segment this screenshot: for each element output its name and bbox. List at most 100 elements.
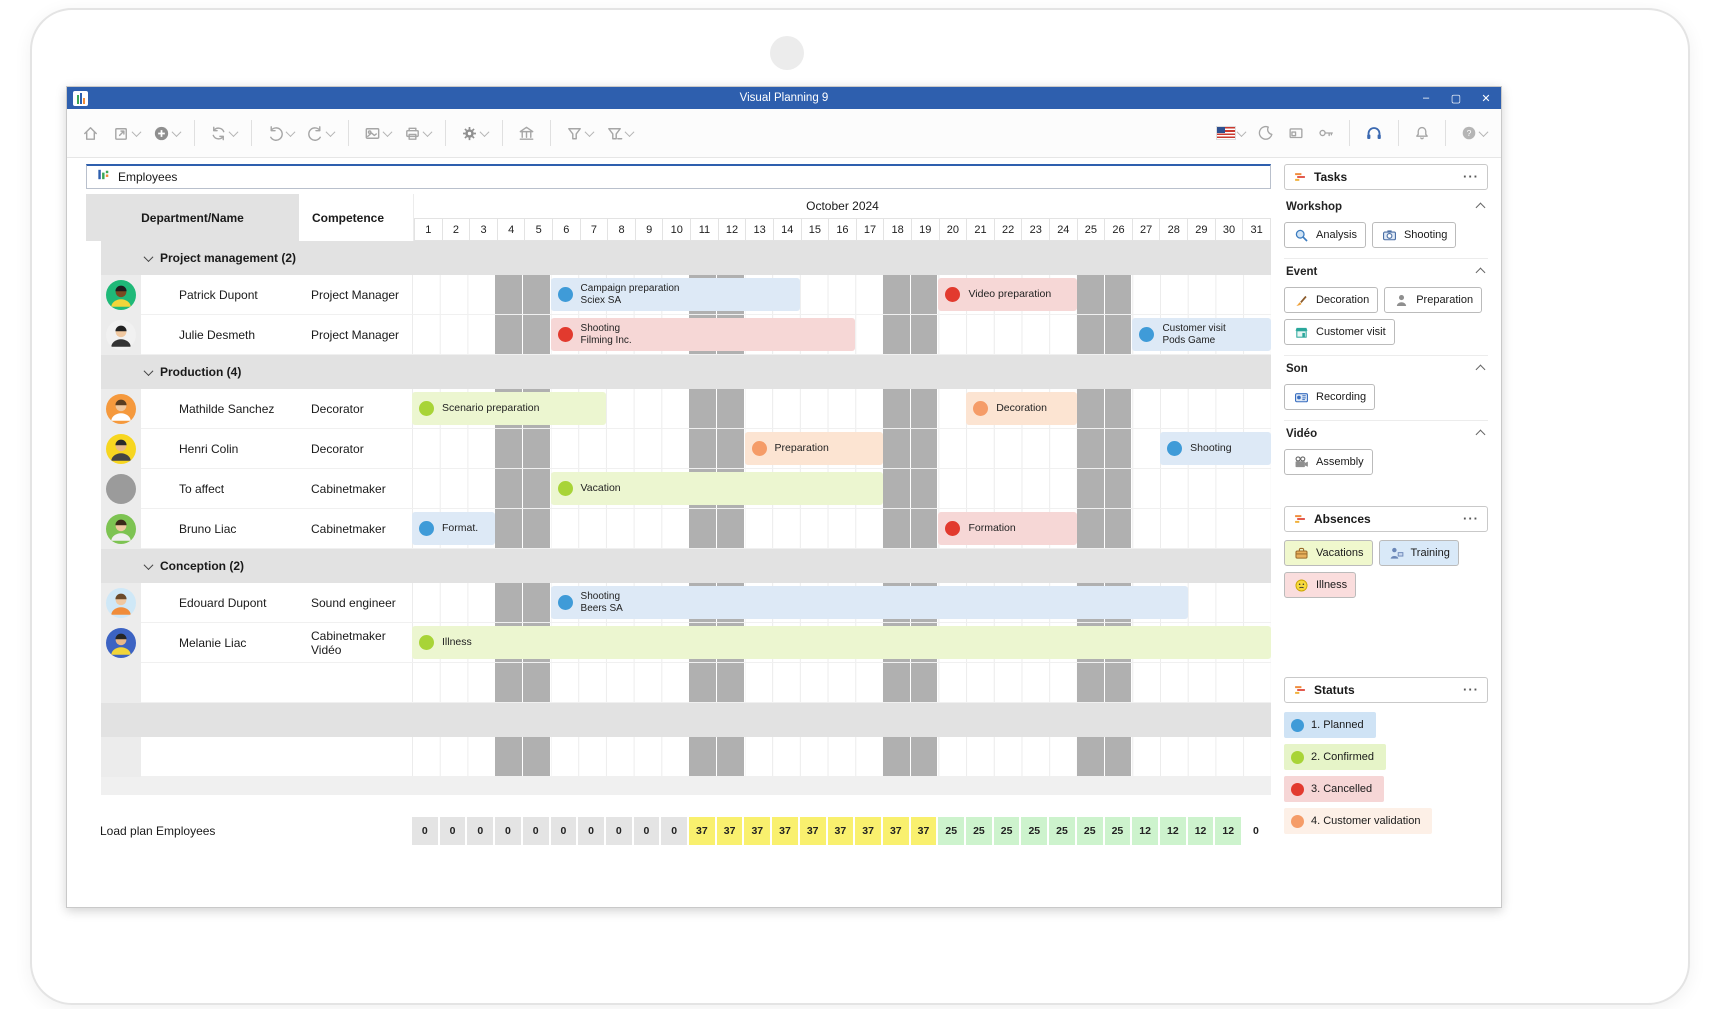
status-item[interactable]: 2. Confirmed bbox=[1284, 744, 1386, 770]
add-button[interactable] bbox=[148, 121, 184, 146]
day-header-cell[interactable]: 12 bbox=[718, 218, 746, 241]
day-header-cell[interactable]: 19 bbox=[911, 218, 939, 241]
day-header-cell[interactable]: 26 bbox=[1104, 218, 1132, 241]
image-export-button[interactable] bbox=[359, 121, 395, 146]
chevron-up-icon[interactable] bbox=[1476, 429, 1486, 439]
filter-alt-button[interactable] bbox=[601, 121, 637, 146]
day-header-cell[interactable]: 15 bbox=[801, 218, 829, 241]
task-bar[interactable]: Shooting bbox=[1160, 432, 1271, 465]
minimize-button[interactable]: – bbox=[1411, 87, 1441, 109]
moon-button[interactable] bbox=[1253, 121, 1279, 145]
avatar[interactable] bbox=[106, 588, 136, 618]
absences-menu-button[interactable]: ··· bbox=[1463, 514, 1479, 524]
day-grid-cell[interactable]: Preparation Shooting bbox=[412, 429, 1271, 469]
day-header-cell[interactable]: 16 bbox=[828, 218, 856, 241]
close-button[interactable]: ✕ bbox=[1471, 87, 1501, 109]
day-header-cell[interactable]: 31 bbox=[1242, 218, 1271, 241]
chevron-up-icon[interactable] bbox=[1476, 202, 1486, 212]
settings-button[interactable] bbox=[456, 121, 492, 146]
task-bar[interactable]: Illness bbox=[412, 626, 1271, 659]
absence-button-training[interactable]: Training bbox=[1379, 540, 1459, 566]
bank-button[interactable] bbox=[513, 121, 540, 146]
absence-button-illness[interactable]: Illness bbox=[1284, 572, 1356, 598]
task-bar[interactable]: Campaign preparationSciex SA bbox=[551, 278, 800, 311]
day-header-cell[interactable]: 14 bbox=[773, 218, 801, 241]
section-row[interactable]: Project management (2) bbox=[86, 241, 1271, 275]
day-header-cell[interactable]: 2 bbox=[442, 218, 470, 241]
filter-button[interactable] bbox=[561, 121, 597, 146]
redo-button[interactable] bbox=[302, 121, 338, 146]
day-grid-cell[interactable]: ShootingBeers SA bbox=[412, 583, 1271, 623]
section-row[interactable]: Production (4) bbox=[86, 355, 1271, 389]
day-grid-cell[interactable]: Format.Formation bbox=[412, 509, 1271, 549]
maximize-button[interactable]: ▢ bbox=[1441, 87, 1471, 109]
export-button[interactable] bbox=[108, 121, 144, 146]
day-header-cell[interactable]: 8 bbox=[607, 218, 635, 241]
day-header-cell[interactable]: 29 bbox=[1187, 218, 1215, 241]
day-header-cell[interactable]: 18 bbox=[883, 218, 911, 241]
task-group-header[interactable]: Son bbox=[1284, 355, 1488, 382]
avatar[interactable] bbox=[106, 280, 136, 310]
statuts-menu-button[interactable]: ··· bbox=[1463, 685, 1479, 695]
chevron-down-icon[interactable] bbox=[144, 366, 154, 376]
employee-name[interactable]: Henri Colin bbox=[141, 429, 299, 469]
task-group-header[interactable]: Event bbox=[1284, 258, 1488, 285]
task-bar[interactable]: Video preparation bbox=[938, 278, 1077, 311]
status-item[interactable]: 1. Planned bbox=[1284, 712, 1376, 738]
day-header-cell[interactable]: 22 bbox=[994, 218, 1022, 241]
task-bar[interactable]: Vacation bbox=[551, 472, 884, 505]
absence-button-vacations[interactable]: Vacations bbox=[1284, 540, 1373, 566]
day-header-cell[interactable]: 13 bbox=[745, 218, 773, 241]
avatar[interactable] bbox=[106, 320, 136, 350]
day-header-cell[interactable]: 9 bbox=[635, 218, 663, 241]
help-button[interactable]: ? bbox=[1456, 121, 1491, 145]
task-button-shooting[interactable]: Shooting bbox=[1372, 222, 1456, 248]
task-bar[interactable]: Formation bbox=[938, 512, 1077, 545]
day-header-cell[interactable]: 23 bbox=[1021, 218, 1049, 241]
status-item[interactable]: 4. Customer validation bbox=[1284, 808, 1432, 834]
task-bar[interactable]: Preparation bbox=[745, 432, 884, 465]
task-button-decoration[interactable]: Decoration bbox=[1284, 287, 1378, 313]
key-button[interactable] bbox=[1313, 121, 1339, 145]
day-header-cell[interactable]: 11 bbox=[690, 218, 718, 241]
day-header-cell[interactable]: 10 bbox=[662, 218, 690, 241]
task-button-analysis[interactable]: Analysis bbox=[1284, 222, 1366, 248]
employee-name[interactable]: Melanie Liac bbox=[141, 623, 299, 663]
task-group-header[interactable]: Workshop bbox=[1284, 194, 1488, 220]
employee-name[interactable]: To affect bbox=[141, 469, 299, 509]
headset-button[interactable] bbox=[1360, 120, 1388, 146]
language-flag-button[interactable] bbox=[1212, 123, 1249, 143]
chevron-up-icon[interactable] bbox=[1476, 267, 1486, 277]
day-grid-cell[interactable] bbox=[412, 737, 1271, 777]
tab-employees[interactable]: Employees bbox=[86, 164, 1271, 189]
day-header-cell[interactable]: 3 bbox=[469, 218, 497, 241]
day-header-cell[interactable]: 6 bbox=[552, 218, 580, 241]
chevron-up-icon[interactable] bbox=[1476, 364, 1486, 374]
task-button-recording[interactable]: Recording bbox=[1284, 384, 1375, 410]
task-bar[interactable]: ShootingFilming Inc. bbox=[551, 318, 856, 351]
task-bar[interactable]: Decoration bbox=[966, 392, 1077, 425]
print-button[interactable] bbox=[399, 121, 435, 146]
day-grid-cell[interactable]: Vacation bbox=[412, 469, 1271, 509]
day-grid-cell[interactable]: ShootingFilming Inc.Customer visitPods G… bbox=[412, 315, 1271, 355]
employee-name[interactable]: Patrick Dupont bbox=[141, 275, 299, 315]
employee-name[interactable]: Edouard Dupont bbox=[141, 583, 299, 623]
day-header-cell[interactable]: 27 bbox=[1132, 218, 1160, 241]
status-item[interactable]: 3. Cancelled bbox=[1284, 776, 1384, 802]
home-button[interactable] bbox=[77, 121, 104, 146]
chevron-down-icon[interactable] bbox=[144, 252, 154, 262]
task-group-header[interactable]: Vidéo bbox=[1284, 420, 1488, 447]
undo-button[interactable] bbox=[262, 121, 298, 146]
day-grid-cell[interactable] bbox=[412, 663, 1271, 703]
task-button-preparation[interactable]: Preparation bbox=[1384, 287, 1482, 313]
bell-button[interactable] bbox=[1409, 121, 1435, 145]
tasks-menu-button[interactable]: ··· bbox=[1463, 172, 1479, 182]
task-button-customer-visit[interactable]: Customer visit bbox=[1284, 319, 1395, 345]
avatar[interactable] bbox=[106, 628, 136, 658]
day-header-cell[interactable]: 17 bbox=[856, 218, 884, 241]
avatar[interactable] bbox=[106, 514, 136, 544]
day-header-cell[interactable]: 7 bbox=[580, 218, 608, 241]
day-header-cell[interactable]: 4 bbox=[497, 218, 525, 241]
day-header-cell[interactable]: 20 bbox=[939, 218, 967, 241]
section-row[interactable]: Conception (2) bbox=[86, 549, 1271, 583]
